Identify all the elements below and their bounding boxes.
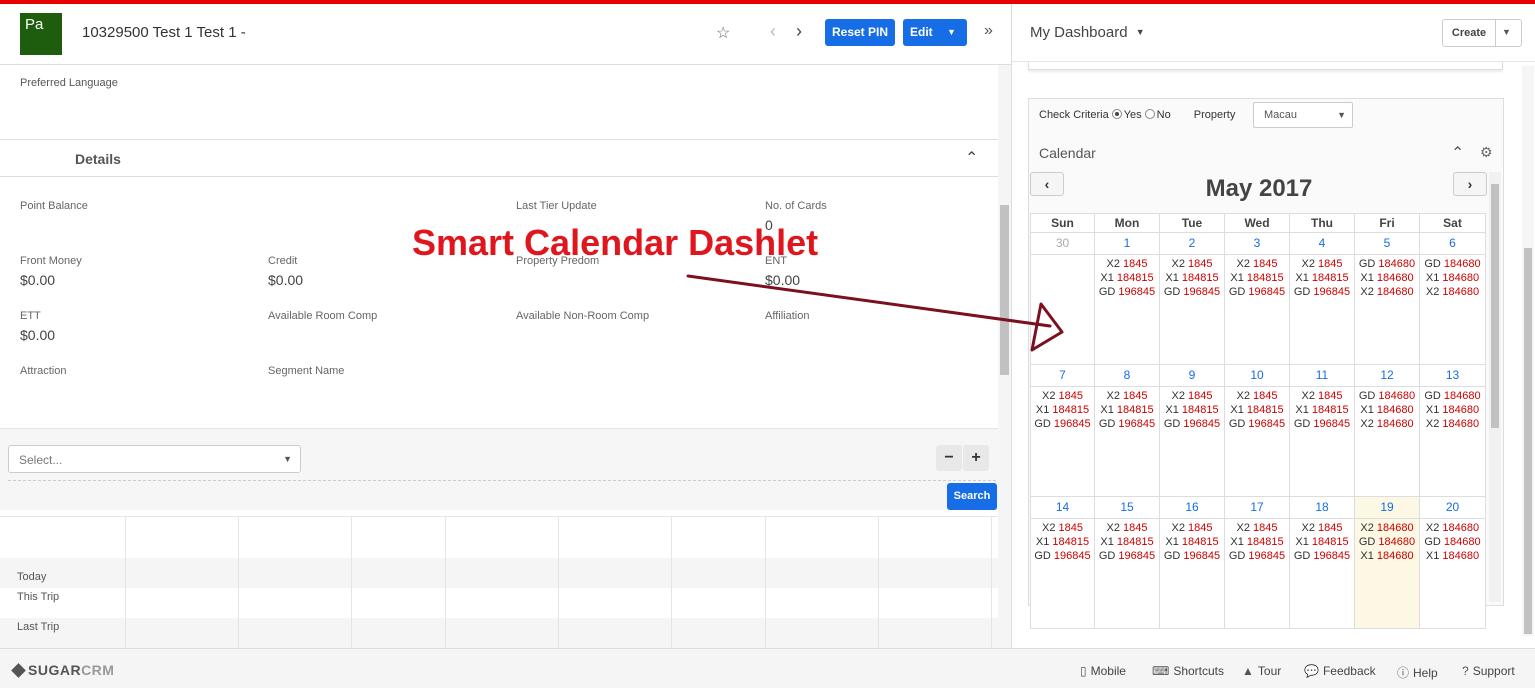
footer-help-link[interactable]: ⓘ Help [1397,664,1438,681]
footer-support-link[interactable]: ? Support [1462,664,1515,678]
keyboard-icon: ⌨ [1152,664,1170,678]
footer-mobile-link[interactable]: ▯ Mobile [1080,664,1126,678]
cube-icon [11,663,26,678]
question-icon: ? [1462,664,1469,678]
annotation-arrow [686,274,1064,352]
info-icon: ⓘ [1397,666,1410,680]
logo-crm-text: CRM [81,662,115,678]
footer-mobile-label: Mobile [1090,664,1126,678]
footer-support-label: Support [1472,664,1515,678]
footer-tour-label: Tour [1257,664,1282,678]
mobile-icon: ▯ [1080,664,1087,678]
footer-feedback-label: Feedback [1322,664,1376,678]
arrow-shaft [686,274,1052,328]
logo-sugar-text: SUGAR [28,662,82,678]
footer-tour-link[interactable]: ▲ Tour [1242,664,1281,678]
chat-icon: 💬 [1304,664,1319,678]
footer-shortcuts-label: Shortcuts [1173,664,1225,678]
sugarcrm-logo[interactable]: SUGARCRM [11,662,115,678]
footer: SUGARCRM ▯ Mobile ⌨ Shortcuts ▲ Tour 💬 Feedb… [0,648,1535,688]
footer-shortcuts-link[interactable]: ⌨ Shortcuts [1152,664,1224,678]
footer-feedback-link[interactable]: 💬 Feedback [1304,664,1376,678]
road-icon: ▲ [1242,664,1254,678]
footer-help-label: Help [1413,666,1438,680]
